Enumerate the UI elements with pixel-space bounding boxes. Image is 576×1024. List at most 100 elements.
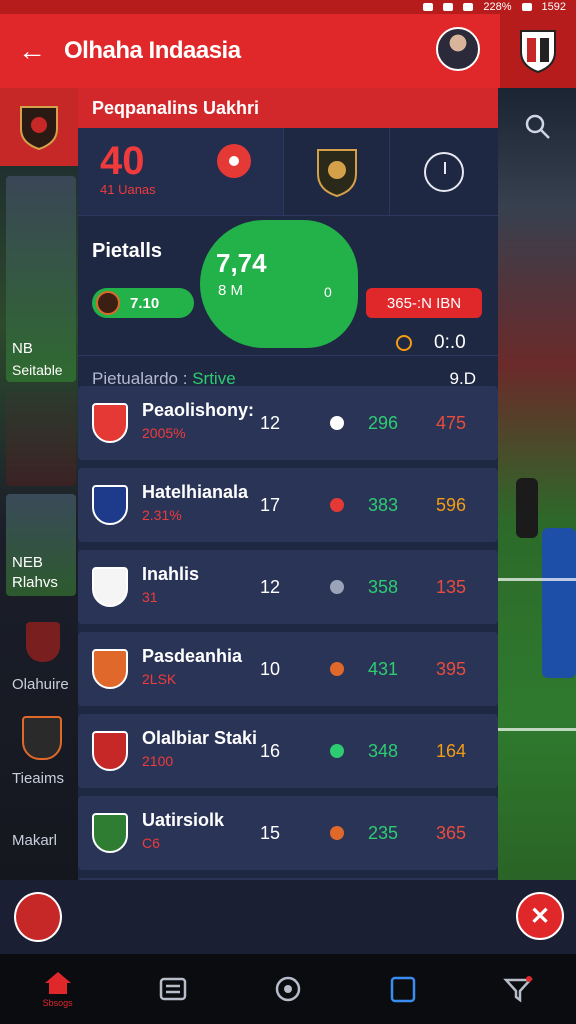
list-icon bbox=[159, 977, 187, 1001]
team-list: Peaolishony: 2005% 12 296 475 Hatelhiana… bbox=[78, 386, 498, 960]
pitch-line bbox=[498, 578, 576, 581]
stat-pill-red[interactable]: 365-:N IBN bbox=[366, 288, 482, 318]
team-stat-a: 296 bbox=[368, 412, 399, 433]
nav-calendar[interactable] bbox=[363, 954, 443, 1024]
form-dot-icon bbox=[330, 662, 344, 676]
back-button[interactable]: ← bbox=[0, 14, 64, 88]
club-crest-icon bbox=[22, 716, 62, 760]
team-info: Olalbiar Staki 2100 bbox=[142, 728, 257, 769]
team-row[interactable]: Pasdeanhia 2LSK 10 431 395 bbox=[78, 632, 498, 706]
signal-icon bbox=[463, 3, 474, 11]
search-button[interactable] bbox=[500, 100, 576, 154]
score-sublabel: 41 Uanas bbox=[100, 182, 156, 197]
team-row[interactable]: Uatirsiolk C6 15 235 365 bbox=[78, 796, 498, 870]
club-crest-icon bbox=[92, 813, 128, 853]
club-crest-icon bbox=[92, 567, 128, 607]
status-dot-icon bbox=[396, 335, 412, 351]
left-label: NEB bbox=[12, 554, 43, 571]
team-row[interactable]: Hatelhianala 2.31% 17 383 596 bbox=[78, 468, 498, 542]
timer-button[interactable] bbox=[390, 128, 498, 215]
team-stat-a: 358 bbox=[368, 576, 399, 597]
team-name: Pasdeanhia bbox=[142, 646, 243, 666]
stadium-background-image bbox=[498, 88, 576, 880]
team-meta: 2.31% bbox=[142, 507, 182, 523]
club-crest-button[interactable] bbox=[500, 14, 576, 88]
team-played: 15 bbox=[260, 822, 281, 843]
filter-icon bbox=[503, 976, 534, 1003]
team-row[interactable]: Inahlis 31 12 358 135 bbox=[78, 550, 498, 624]
team-played: 12 bbox=[260, 412, 281, 433]
pitch-line bbox=[498, 728, 576, 731]
nav-label: Sbsogs bbox=[42, 998, 73, 1008]
clock-icon bbox=[424, 151, 464, 192]
home-icon bbox=[44, 972, 71, 994]
standings-panel: 40 41 Uanas Pietalls 7,74 8 M 0 0:.0 7.1… bbox=[78, 128, 498, 954]
battery-text: 228% bbox=[483, 1, 512, 13]
team-stat-a: 431 bbox=[368, 658, 399, 679]
shield-icon bbox=[520, 30, 556, 74]
stat-pill-green[interactable]: 7.10 bbox=[92, 288, 194, 318]
ball-icon bbox=[275, 976, 301, 1002]
team-name: Uatirsiolk bbox=[142, 810, 225, 830]
team-stat-b: 365 bbox=[436, 822, 467, 843]
club-crest-icon bbox=[92, 403, 128, 443]
club-crest-icon bbox=[92, 485, 128, 525]
team-played: 16 bbox=[260, 740, 281, 761]
team-info: Uatirsiolk C6 bbox=[142, 810, 224, 851]
battery-icon bbox=[521, 3, 532, 11]
left-label[interactable]: Makarl bbox=[12, 832, 57, 849]
team-meta: 2005% bbox=[142, 425, 186, 441]
search-icon bbox=[525, 114, 550, 139]
bottom-bar: ✕ bbox=[0, 880, 576, 954]
nav-list[interactable] bbox=[133, 954, 213, 1024]
player-image bbox=[542, 528, 576, 678]
location-pin-icon[interactable] bbox=[217, 144, 251, 178]
stats-title: Pietalls bbox=[92, 240, 163, 262]
left-label[interactable]: Olahuire bbox=[12, 676, 69, 693]
score-card[interactable]: 40 41 Uanas bbox=[78, 128, 284, 215]
team-name: Olalbiar Staki bbox=[142, 728, 258, 748]
left-label[interactable]: Tieaims bbox=[12, 770, 64, 787]
team-name: Hatelhianala bbox=[142, 482, 249, 502]
left-label: Seitable bbox=[12, 362, 63, 378]
team-name: Peaolishony: bbox=[142, 400, 255, 420]
highlight-value: 7,74 bbox=[216, 248, 267, 278]
shield-icon bbox=[20, 106, 58, 151]
form-dot-icon bbox=[330, 580, 344, 594]
team-row[interactable]: Peaolishony: 2005% 12 296 475 bbox=[78, 386, 498, 460]
status-time: 1592 bbox=[541, 1, 566, 13]
team-info: Peaolishony: 2005% bbox=[142, 400, 254, 441]
team-played: 12 bbox=[260, 576, 281, 597]
highlight-dot: 0 bbox=[324, 284, 332, 300]
left-label: NB bbox=[12, 340, 33, 357]
team-row[interactable]: Olalbiar Staki 2100 16 348 164 bbox=[78, 714, 498, 788]
match-thumbnail[interactable] bbox=[6, 392, 76, 486]
club-crest-button[interactable] bbox=[14, 892, 62, 942]
calendar-icon bbox=[390, 976, 416, 1003]
wifi-icon bbox=[443, 3, 454, 11]
club-crest-icon bbox=[96, 291, 120, 315]
stats-card: Pietalls 7,74 8 M 0 0:.0 bbox=[78, 216, 498, 356]
team-played: 10 bbox=[260, 658, 281, 679]
close-fab-button[interactable]: ✕ bbox=[516, 892, 564, 940]
team-meta: 2LSK bbox=[142, 671, 177, 687]
league-crest[interactable] bbox=[284, 128, 390, 215]
bottom-navigation: Sbsogs bbox=[0, 954, 576, 1024]
team-stat-a: 383 bbox=[368, 494, 399, 515]
section-header: Peqpanalins Uakhri bbox=[78, 88, 498, 128]
nav-match[interactable] bbox=[248, 954, 328, 1024]
avatar[interactable] bbox=[436, 27, 480, 71]
nav-filter[interactable] bbox=[478, 954, 558, 1024]
club-crest-icon bbox=[26, 622, 60, 662]
team-stat-b: 475 bbox=[436, 412, 467, 433]
nav-home[interactable]: Sbsogs bbox=[18, 954, 98, 1024]
club-crest-icon bbox=[92, 731, 128, 771]
club-crest-button[interactable] bbox=[0, 88, 78, 166]
team-stat-b: 395 bbox=[436, 658, 467, 679]
team-meta: 31 bbox=[142, 589, 158, 605]
left-label: Rlahvs bbox=[12, 574, 58, 591]
team-stat-b: 164 bbox=[436, 740, 467, 761]
player-image bbox=[516, 478, 538, 538]
form-dot-icon bbox=[330, 826, 344, 840]
form-dot-icon bbox=[330, 744, 344, 758]
